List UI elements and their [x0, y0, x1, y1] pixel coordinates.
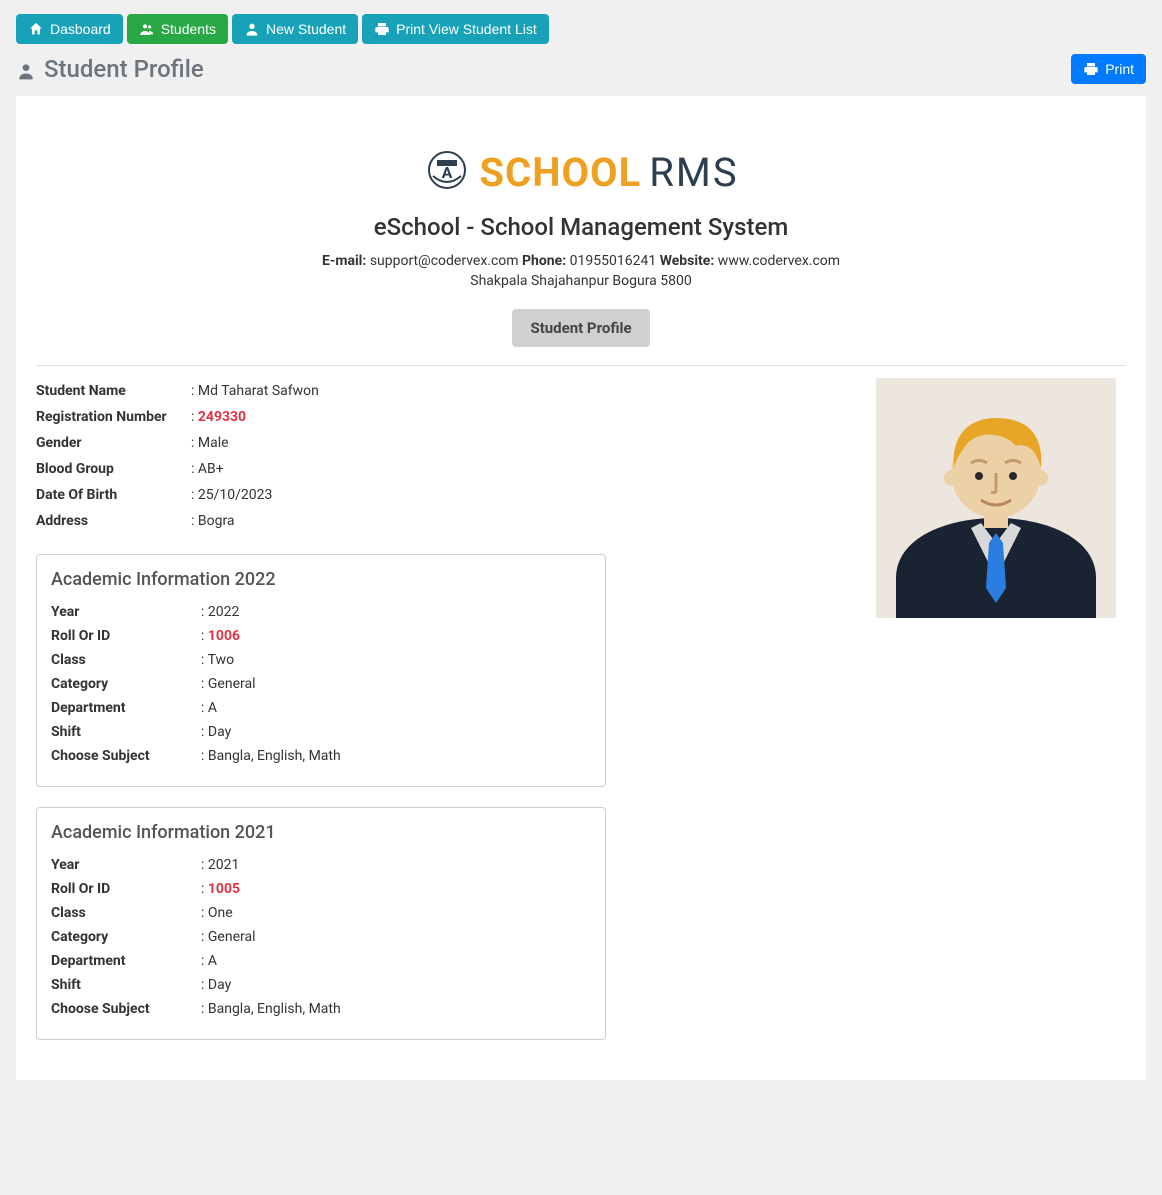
value-category-1: General: [201, 929, 255, 945]
value-category-0: General: [201, 676, 255, 692]
value-shift-1: Day: [201, 977, 231, 993]
label-address: Address: [36, 513, 191, 529]
info-column: Student Name Md Taharat Safwon Registrat…: [36, 378, 856, 1040]
print-button[interactable]: Print: [1071, 54, 1146, 84]
value-address: Bogra: [191, 513, 235, 529]
row-blood: Blood Group AB+: [36, 456, 856, 482]
academic-title-1: Academic Information 2021: [51, 822, 591, 843]
dashboard-button[interactable]: Dasboard: [16, 14, 123, 44]
value-dept-1: A: [201, 953, 217, 969]
logo-text-a: SCHOOL: [479, 149, 641, 196]
top-toolbar: Dasboard Students New Student Print View…: [16, 14, 1146, 44]
school-contact: E-mail: support@codervex.com Phone: 0195…: [36, 253, 1126, 269]
value-dept-0: A: [201, 700, 217, 716]
print-list-button[interactable]: Print View Student List: [362, 14, 549, 44]
email-value: support@codervex.com: [370, 253, 519, 269]
label-roll-1: Roll Or ID: [51, 881, 201, 897]
value-year-0: 2022: [201, 604, 239, 620]
website-value: www.codervex.com: [718, 253, 840, 269]
logo: A SCHOOL RMS: [36, 146, 1126, 198]
label-category-1: Category: [51, 929, 201, 945]
label-gender: Gender: [36, 435, 191, 451]
users-icon: [139, 21, 155, 37]
value-dob: 25/10/2023: [191, 487, 272, 503]
students-button[interactable]: Students: [127, 14, 228, 44]
value-class-0: Two: [201, 652, 234, 668]
label-student-name: Student Name: [36, 383, 191, 399]
phone-value: 01955016241: [570, 253, 657, 269]
roll-text-0: 1006: [208, 628, 240, 644]
divider: [36, 365, 1126, 366]
label-shift-1: Shift: [51, 977, 201, 993]
value-blood: AB+: [191, 461, 224, 477]
user-icon: [16, 59, 36, 79]
value-shift-0: Day: [201, 724, 231, 740]
row-reg-no: Registration Number : 249330: [36, 404, 856, 430]
home-icon: [28, 21, 44, 37]
row-dob: Date Of Birth 25/10/2023: [36, 482, 856, 508]
label-blood: Blood Group: [36, 461, 191, 477]
label-subject-1: Choose Subject: [51, 1001, 201, 1017]
email-label: E-mail:: [322, 253, 366, 269]
value-subject-1: Bangla, English, Math: [201, 1001, 341, 1017]
row-student-name: Student Name Md Taharat Safwon: [36, 378, 856, 404]
row-address: Address Bogra: [36, 508, 856, 534]
label-class-1: Class: [51, 905, 201, 921]
profile-card: A SCHOOL RMS eSchool - School Management…: [16, 96, 1146, 1080]
avatar: [876, 378, 1116, 618]
school-name: eSchool - School Management System: [36, 213, 1126, 241]
academic-title-0: Academic Information 2022: [51, 569, 591, 590]
label-subject-0: Choose Subject: [51, 748, 201, 764]
school-header: A SCHOOL RMS eSchool - School Management…: [36, 146, 1126, 347]
new-student-label: New Student: [266, 21, 346, 37]
row-gender: Gender Male: [36, 430, 856, 456]
header-row: Student Profile Print: [16, 54, 1146, 84]
profile-badge: Student Profile: [512, 309, 649, 347]
value-year-1: 2021: [201, 857, 239, 873]
logo-badge-icon: A: [423, 146, 471, 198]
website-label: Website:: [660, 253, 715, 269]
value-reg-no: : 249330: [191, 409, 246, 425]
user-icon: [244, 21, 260, 37]
value-class-1: One: [201, 905, 233, 921]
label-dept-1: Department: [51, 953, 201, 969]
print-list-label: Print View Student List: [396, 21, 537, 37]
reg-no-text: 249330: [198, 409, 246, 425]
roll-text-1: 1005: [208, 881, 240, 897]
label-year-0: Year: [51, 604, 201, 620]
page-title: Student Profile: [16, 55, 204, 83]
print-icon: [1083, 61, 1099, 77]
print-icon: [374, 21, 390, 37]
logo-text-b: RMS: [649, 149, 738, 196]
school-address: Shakpala Shajahanpur Bogura 5800: [36, 273, 1126, 289]
photo-column: [876, 378, 1126, 1040]
page-title-text: Student Profile: [44, 55, 204, 83]
print-label: Print: [1105, 61, 1134, 77]
academic-box-0: Academic Information 2022 Year2022 Roll …: [36, 554, 606, 787]
value-student-name: Md Taharat Safwon: [191, 383, 319, 399]
dashboard-label: Dasboard: [50, 21, 111, 37]
value-subject-0: Bangla, English, Math: [201, 748, 341, 764]
label-roll-0: Roll Or ID: [51, 628, 201, 644]
label-reg-no: Registration Number: [36, 409, 191, 425]
label-shift-0: Shift: [51, 724, 201, 740]
value-roll-0: : 1006: [201, 628, 240, 644]
label-category-0: Category: [51, 676, 201, 692]
value-roll-1: : 1005: [201, 881, 240, 897]
label-class-0: Class: [51, 652, 201, 668]
academic-box-1: Academic Information 2021 Year2021 Roll …: [36, 807, 606, 1040]
label-dob: Date Of Birth: [36, 487, 191, 503]
profile-body: Student Name Md Taharat Safwon Registrat…: [36, 378, 1126, 1040]
label-year-1: Year: [51, 857, 201, 873]
svg-text:A: A: [442, 163, 453, 182]
phone-label: Phone:: [522, 253, 566, 269]
value-gender: Male: [191, 435, 229, 451]
students-label: Students: [161, 21, 216, 37]
new-student-button[interactable]: New Student: [232, 14, 358, 44]
label-dept-0: Department: [51, 700, 201, 716]
